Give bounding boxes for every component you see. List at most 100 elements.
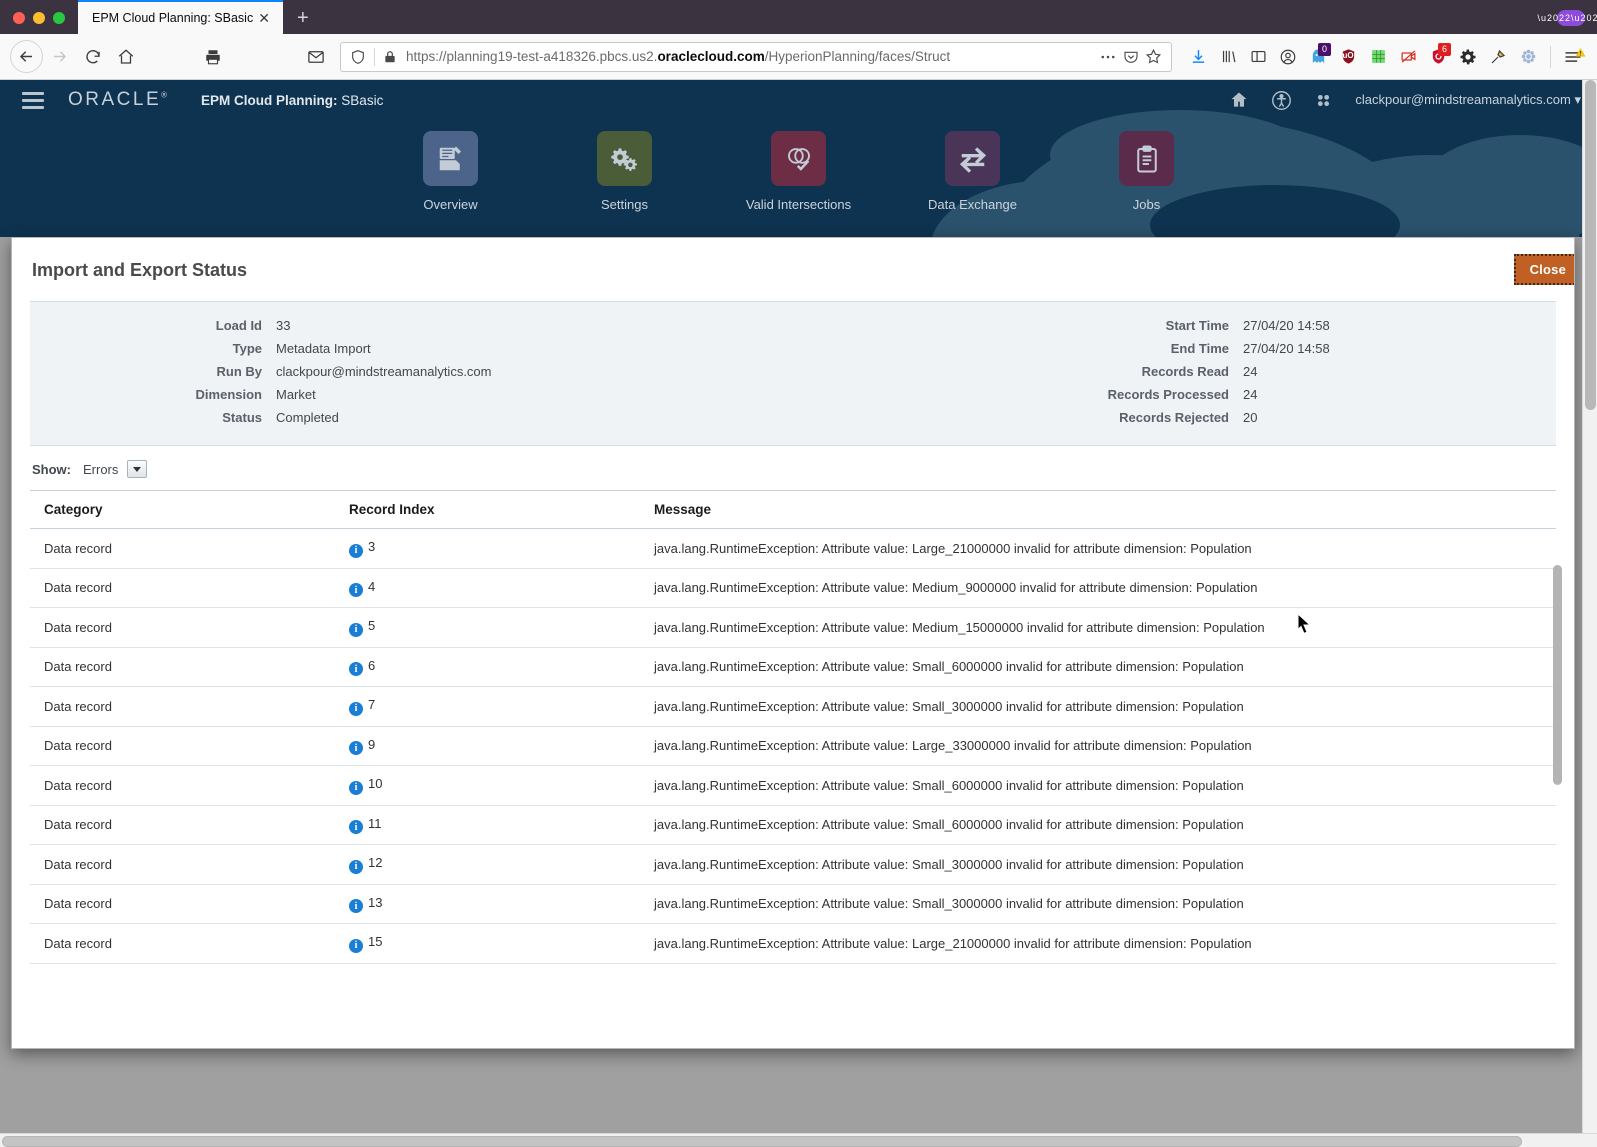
lock-icon[interactable] <box>380 50 400 64</box>
info-icon[interactable]: i <box>349 780 363 795</box>
tab-close-icon[interactable]: ✕ <box>253 11 275 25</box>
info-icon[interactable]: i <box>349 662 363 676</box>
data-exchange-icon <box>945 131 1000 186</box>
page-horizontal-scrollbar[interactable] <box>0 1133 1597 1147</box>
nav-label-overview: Overview <box>423 197 478 212</box>
table-row[interactable]: Data record i 6 java.lang.RuntimeException:… <box>30 647 1556 687</box>
table-row[interactable]: Data record i 15 java.lang.RuntimeException… <box>30 923 1556 964</box>
table-row[interactable]: Data record i 9 java.lang.RuntimeException:… <box>30 726 1556 766</box>
address-bar[interactable]: https://planning19-test-a418326.pbcs.us2… <box>340 41 1172 72</box>
nav-card-settings[interactable]: Settings <box>564 131 686 212</box>
settings-flower-icon[interactable] <box>1514 43 1542 71</box>
home-icon[interactable] <box>1229 90 1249 110</box>
accessibility-icon[interactable] <box>1271 90 1292 111</box>
table-row[interactable]: Data record i 10 java.lang.RuntimeException… <box>30 765 1556 806</box>
records-processed-label: Records Processed <box>1107 387 1229 402</box>
start-time-label: Start Time <box>1165 318 1229 333</box>
import-export-status-dialog: Import and Export Status Close Load Id 3… <box>11 237 1575 1049</box>
info-icon[interactable]: i <box>349 622 363 637</box>
load-id-value: 33 <box>276 318 291 333</box>
info-icon[interactable]: i <box>349 820 363 834</box>
sidebar-icon[interactable] <box>1244 43 1272 71</box>
maximize-window-button[interactable] <box>53 12 65 24</box>
cell-category: Data record <box>30 686 335 727</box>
table-row[interactable]: Data record i 12 java.lang.RuntimeException… <box>30 844 1556 885</box>
nav-card-valid-intersections[interactable]: Valid Intersections <box>738 131 860 212</box>
new-tab-button[interactable]: + <box>283 8 323 34</box>
column-header-category[interactable]: Category <box>30 491 335 529</box>
record-index-value: 6 <box>368 657 376 673</box>
info-icon[interactable]: i <box>349 701 363 716</box>
close-window-button[interactable] <box>13 12 25 24</box>
tools-icon[interactable] <box>1484 43 1512 71</box>
extension-pill-icon[interactable]: \u2022\u2022 <box>1537 10 1597 26</box>
nav-card-overview[interactable]: Overview <box>390 131 512 212</box>
record-index-value: 7 <box>368 697 376 712</box>
ellipsis-icon[interactable] <box>1096 48 1120 66</box>
minimize-window-button[interactable] <box>33 12 45 24</box>
ublock-origin-icon[interactable]: uO <box>1334 43 1362 71</box>
cell-message: java.lang.RuntimeException: Attribute va… <box>640 844 1556 885</box>
gear-dark-icon[interactable] <box>1454 43 1482 71</box>
chevron-down-icon[interactable] <box>127 460 148 478</box>
mail-icon[interactable] <box>299 40 332 73</box>
info-icon[interactable]: i <box>349 899 363 913</box>
cell-category: Data record <box>30 923 335 964</box>
job-summary-panel: Load Id 33 Type Metadata Import Run By c… <box>30 301 1556 446</box>
table-vertical-scrollbar-thumb[interactable] <box>1553 565 1562 785</box>
pocket-icon[interactable] <box>1120 49 1142 65</box>
app-grid-icon[interactable] <box>1314 91 1333 110</box>
records-rejected-value: 20 <box>1243 410 1258 425</box>
oracle-trademark: ® <box>161 90 168 100</box>
valid-intersections-icon <box>771 131 826 186</box>
nav-card-data-exchange[interactable]: Data Exchange <box>912 131 1034 212</box>
print-icon[interactable] <box>196 40 229 73</box>
page-vertical-scrollbar[interactable] <box>1582 80 1597 1147</box>
show-selected-value[interactable]: Errors <box>83 462 118 477</box>
back-arrow-icon[interactable] <box>10 40 43 73</box>
info-icon[interactable]: i <box>349 543 363 558</box>
epm-nav-cards: Overview Settings Valid Intersections Da… <box>0 131 1597 212</box>
user-menu[interactable]: clackpour@mindstreamanalytics.com ▾ <box>1355 92 1581 108</box>
info-icon[interactable]: i <box>349 938 363 953</box>
green-grid-icon[interactable] <box>1364 43 1392 71</box>
account-icon[interactable] <box>1274 43 1302 71</box>
cell-record-index: i 15 <box>335 923 640 964</box>
table-row[interactable]: Data record i 5 java.lang.RuntimeException:… <box>30 607 1556 648</box>
close-button[interactable]: Close <box>1513 254 1574 285</box>
info-icon[interactable]: i <box>349 859 363 874</box>
shield-icon[interactable] <box>347 49 369 65</box>
page-title: Import and Export Status <box>32 260 248 280</box>
downloads-icon[interactable] <box>1184 43 1212 71</box>
column-header-record-index[interactable]: Record Index <box>335 491 640 529</box>
hamburger-menu-icon[interactable] <box>1559 43 1587 71</box>
reload-icon[interactable] <box>76 40 109 73</box>
library-icon[interactable] <box>1214 43 1242 71</box>
column-header-message[interactable]: Message <box>640 491 1556 529</box>
cell-record-index: i4 <box>335 568 640 608</box>
adblock-icon[interactable]: 6 <box>1424 42 1452 71</box>
nav-label-valid-intersections: Valid Intersections <box>745 197 852 212</box>
nav-card-jobs[interactable]: Jobs <box>1086 131 1208 212</box>
info-icon[interactable]: i <box>349 583 363 597</box>
table-row[interactable]: Data record i 11 java.lang.RuntimeException… <box>30 805 1556 845</box>
oracle-logo[interactable]: ORACLE® <box>68 89 167 111</box>
table-row[interactable]: Data record i 3 java.lang.RuntimeException:… <box>30 528 1556 569</box>
browser-tab[interactable]: EPM Cloud Planning: SBasic ✕ <box>78 0 283 34</box>
home-icon[interactable] <box>109 40 142 73</box>
disabled-video-icon[interactable] <box>1394 43 1422 71</box>
epm-menu-icon[interactable] <box>22 91 44 109</box>
page-vertical-scrollbar-thumb[interactable] <box>1585 80 1596 410</box>
ghostery-icon[interactable]: 0 <box>1304 42 1332 71</box>
info-icon[interactable]: i <box>349 741 363 755</box>
page-horizontal-scrollbar-thumb[interactable] <box>2 1136 1522 1147</box>
table-row[interactable]: Data record i 4 java.lang.RuntimeException:… <box>30 568 1556 608</box>
records-rejected-label: Records Rejected <box>1119 410 1229 425</box>
table-row[interactable]: Data record i 13 java.lang.RuntimeException… <box>30 884 1556 924</box>
star-icon[interactable] <box>1142 48 1165 65</box>
url-text[interactable]: https://planning19-test-a418326.pbcs.us2… <box>406 49 1096 64</box>
cell-message: java.lang.RuntimeException: Attribute va… <box>640 528 1556 569</box>
table-row[interactable]: Data record i 7 java.lang.RuntimeException:… <box>30 686 1556 727</box>
status-label: Status <box>222 410 262 425</box>
cell-message: java.lang.RuntimeException: Attribute va… <box>640 607 1556 648</box>
